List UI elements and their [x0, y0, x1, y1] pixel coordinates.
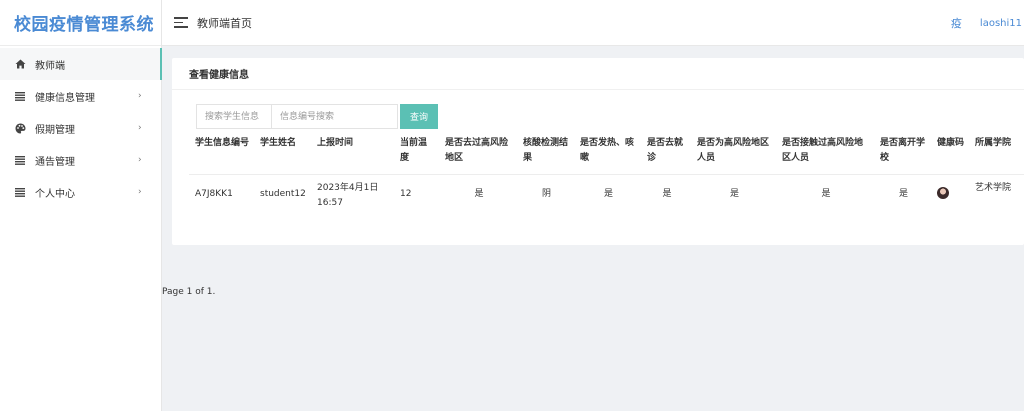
column-header[interactable]: 是否离开学校 — [874, 136, 931, 175]
cell-risk-person: 是 — [729, 188, 739, 199]
column-header[interactable]: 学生信息编号 — [189, 136, 254, 175]
list-icon — [14, 186, 26, 198]
search-button[interactable]: 查询 — [400, 104, 438, 129]
sidebar-menu: 教师端 健康信息管理 › 假期管理 › 通告管理 › 个人中心 › — [0, 48, 162, 208]
search-bar: 查询 — [196, 104, 438, 129]
table-row[interactable]: A7J8KK1 student12 2023年4月1日16:57 12 是 阴 … — [189, 174, 1024, 217]
column-header[interactable]: 是否去就诊 — [641, 136, 691, 175]
column-header[interactable]: 是否接触过高风险地区人员 — [776, 136, 874, 175]
column-header[interactable]: 所属学院 — [969, 136, 1024, 175]
cell-code: A7J8KK1 — [195, 188, 233, 199]
chevron-right-icon: › — [138, 123, 142, 133]
sidebar-item-health-info[interactable]: 健康信息管理 › — [0, 80, 161, 112]
column-header[interactable]: 是否为高风险地区人员 — [691, 136, 776, 175]
cell-college: 艺术学院 — [975, 182, 1012, 193]
column-header[interactable]: 当前温度 — [394, 136, 439, 175]
page-title: 教师端首页 — [197, 16, 252, 30]
card-title: 查看健康信息 — [172, 58, 1024, 90]
health-info-card: 查看健康信息 查询 学生信息编号 学生姓名 上报时间 当前温度 是否去过高风险地… — [172, 58, 1024, 245]
header-right: 疫 laoshi11 — [951, 0, 1024, 46]
column-header[interactable]: 是否发热、咳嗽 — [574, 136, 641, 175]
table-header-row: 学生信息编号 学生姓名 上报时间 当前温度 是否去过高风险地区 核酸检测结果 是… — [189, 136, 1024, 175]
sidebar-item-label: 教师端 — [35, 60, 65, 72]
top-header: 教师端首页 疫 laoshi11 — [162, 0, 1024, 46]
cell-health-code — [931, 174, 969, 217]
column-header[interactable]: 核酸检测结果 — [517, 136, 574, 175]
sidebar-item-label: 健康信息管理 — [35, 92, 95, 104]
cell-left-school: 是 — [898, 188, 908, 199]
column-header[interactable]: 学生姓名 — [254, 136, 311, 175]
sidebar-item-label: 通告管理 — [35, 156, 75, 168]
sidebar-item-leave[interactable]: 假期管理 › — [0, 112, 161, 144]
student-search-input[interactable] — [196, 104, 272, 129]
chevron-right-icon: › — [138, 91, 142, 101]
code-search-input[interactable] — [272, 104, 398, 129]
hamburger-menu-icon[interactable] — [174, 17, 188, 28]
cell-fever: 是 — [603, 188, 613, 199]
user-menu[interactable]: laoshi11 — [980, 18, 1022, 29]
sidebar-item-notice[interactable]: 通告管理 › — [0, 144, 161, 176]
list-icon — [14, 154, 26, 166]
logo: 疫 — [950, 17, 962, 30]
cell-nucleic: 阴 — [541, 188, 551, 199]
sidebar-item-teacher[interactable]: 教师端 — [0, 48, 162, 80]
cell-temp: 12 — [400, 188, 412, 199]
cell-clinic: 是 — [662, 188, 672, 199]
sidebar-item-label: 假期管理 — [35, 124, 75, 136]
cell-time: 2023年4月1日16:57 — [317, 182, 379, 208]
chevron-right-icon: › — [138, 187, 142, 197]
column-header[interactable]: 上报时间 — [311, 136, 394, 175]
pagination-text: Page 1 of 1. — [162, 287, 216, 297]
column-header[interactable]: 是否去过高风险地区 — [439, 136, 517, 175]
column-header[interactable]: 健康码 — [931, 136, 969, 175]
palette-icon — [14, 122, 26, 134]
health-table: 学生信息编号 学生姓名 上报时间 当前温度 是否去过高风险地区 核酸检测结果 是… — [189, 136, 1024, 217]
chevron-right-icon: › — [138, 155, 142, 165]
sidebar: 校园疫情管理系统 教师端 健康信息管理 › 假期管理 › 通告管理 › 个人中心… — [0, 0, 162, 411]
home-icon — [14, 58, 26, 70]
cell-name: student12 — [260, 188, 306, 199]
sidebar-item-profile[interactable]: 个人中心 › — [0, 176, 161, 208]
health-code-image[interactable] — [937, 186, 949, 199]
app-title: 校园疫情管理系统 — [0, 0, 161, 46]
list-icon — [14, 90, 26, 102]
cell-risk-visit: 是 — [474, 188, 484, 199]
sidebar-item-label: 个人中心 — [35, 188, 75, 200]
cell-risk-contact: 是 — [821, 188, 831, 199]
